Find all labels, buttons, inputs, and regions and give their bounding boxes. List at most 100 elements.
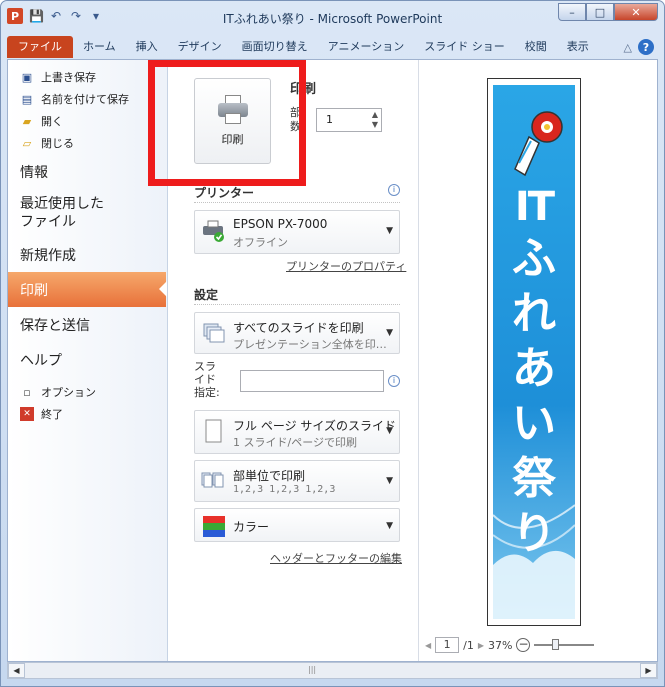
nav-exit-label: 終了 bbox=[41, 408, 63, 421]
nav-exit[interactable]: ✕ 終了 bbox=[8, 403, 167, 425]
nav-open[interactable]: ▰ 開く bbox=[8, 110, 167, 132]
copies-stepper[interactable]: 1 ▲ ▼ bbox=[316, 108, 382, 132]
color-main: カラー bbox=[233, 520, 270, 534]
copies-value: 1 bbox=[326, 113, 333, 126]
nav-close[interactable]: ▱ 閉じる bbox=[8, 132, 167, 154]
stepper-down-icon[interactable]: ▼ bbox=[372, 120, 378, 129]
help-icon[interactable]: ? bbox=[638, 39, 654, 55]
page-input[interactable]: 1 bbox=[435, 637, 460, 653]
nav-save-as[interactable]: ▤ 名前を付けて保存 bbox=[8, 88, 167, 110]
printer-name: EPSON PX-7000 bbox=[233, 217, 328, 231]
collate-icon bbox=[201, 472, 224, 488]
nav-info[interactable]: 情報 bbox=[8, 154, 167, 189]
fan-illustration bbox=[514, 111, 563, 177]
slide-background: IT ふ れ あ い 祭 り bbox=[493, 85, 575, 619]
tab-view[interactable]: 表示 bbox=[557, 36, 599, 58]
save-as-icon: ▤ bbox=[21, 92, 33, 106]
minimize-ribbon-icon[interactable]: △ bbox=[624, 41, 632, 54]
ribbon-right-controls: △ ? bbox=[624, 39, 658, 55]
layout-main: フル ページ サイズのスライド bbox=[233, 419, 397, 433]
ribbon-tabs: ファイル ホーム 挿入 デザイン 画面切り替え アニメーション スライド ショー… bbox=[7, 35, 658, 59]
tab-insert[interactable]: 挿入 bbox=[126, 36, 168, 58]
tab-file[interactable]: ファイル bbox=[7, 36, 73, 58]
zoom-level: 37% bbox=[488, 638, 513, 652]
nav-print[interactable]: 印刷 bbox=[8, 272, 167, 307]
zoom-out-icon[interactable]: − bbox=[516, 638, 531, 652]
layout-sub: 1 スライド/ページで印刷 bbox=[233, 436, 357, 449]
slides-label: スライド指定: bbox=[194, 360, 220, 399]
scroll-left-icon[interactable]: ◀ bbox=[8, 663, 25, 678]
printer-dropdown[interactable]: EPSON PX-7000 オフライン ▼ bbox=[194, 210, 400, 254]
zoom-slider-thumb[interactable] bbox=[552, 639, 560, 650]
printer-icon bbox=[203, 220, 224, 242]
print-range-sub: プレゼンテーション全体を印… bbox=[233, 338, 387, 351]
slide-title-char: ふ bbox=[512, 233, 556, 284]
slides-stack-icon bbox=[203, 323, 225, 343]
tab-home[interactable]: ホーム bbox=[73, 36, 126, 58]
page-total: /1 bbox=[463, 638, 474, 652]
printer-status: オフライン bbox=[233, 236, 288, 249]
print-preview: IT ふ れ あ い 祭 り ◀ 1 /1 ▶ 37% − bbox=[418, 60, 657, 661]
horizontal-scrollbar[interactable]: ◀ ||| ▶ bbox=[7, 662, 658, 679]
divider bbox=[194, 202, 400, 203]
print-button[interactable]: 印刷 bbox=[194, 78, 271, 164]
collate-main: 部単位で印刷 bbox=[233, 469, 306, 483]
copies-label: 部数: bbox=[290, 106, 305, 133]
nav-recent[interactable]: 最近使用した ファイル bbox=[8, 189, 167, 237]
close-folder-icon: ▱ bbox=[22, 136, 32, 150]
chevron-down-icon: ▼ bbox=[386, 476, 393, 486]
slide-preview: IT ふ れ あ い 祭 り bbox=[487, 78, 581, 626]
printer-info-icon[interactable]: i bbox=[388, 184, 400, 196]
print-settings: 印刷 印刷 部数: 1 ▲ ▼ プリンター i EPSON PX-7000 オフ… bbox=[186, 60, 408, 661]
divider bbox=[194, 304, 400, 305]
tab-animations[interactable]: アニメーション bbox=[318, 36, 415, 58]
cloud-decoration bbox=[493, 504, 575, 619]
nav-save-send[interactable]: 保存と送信 bbox=[8, 307, 167, 342]
printer-section-header: プリンター bbox=[194, 186, 255, 200]
scroll-right-icon[interactable]: ▶ bbox=[640, 663, 657, 678]
title-bar: P 💾 ↶ ↷ ▾ ITふれあい祭り - Microsoft PowerPoin… bbox=[1, 1, 664, 33]
tab-review[interactable]: 校閲 bbox=[515, 36, 557, 58]
backstage-view: ▣ 上書き保存 ▤ 名前を付けて保存 ▰ 開く ▱ 閉じる 情報 最近使用した … bbox=[7, 59, 658, 662]
window-controls: – □ ✕ bbox=[558, 3, 658, 21]
minimize-button[interactable]: – bbox=[558, 3, 586, 21]
tab-slideshow[interactable]: スライド ショー bbox=[414, 36, 515, 58]
collate-sub: 1,2,3 1,2,3 1,2,3 bbox=[233, 484, 336, 495]
chevron-down-icon: ▼ bbox=[386, 226, 393, 236]
powerpoint-window: P 💾 ↶ ↷ ▾ ITふれあい祭り - Microsoft PowerPoin… bbox=[0, 0, 665, 687]
next-page-icon[interactable]: ▶ bbox=[478, 641, 484, 650]
slide-title-latin: IT bbox=[514, 184, 555, 230]
slides-info-icon[interactable]: i bbox=[388, 375, 400, 387]
print-range-dropdown[interactable]: すべてのスライドを印刷 プレゼンテーション全体を印… ▼ bbox=[194, 312, 400, 354]
color-dropdown[interactable]: カラー ▼ bbox=[194, 508, 400, 542]
settings-section-header: 設定 bbox=[194, 288, 219, 302]
collate-dropdown[interactable]: 部単位で印刷 1,2,3 1,2,3 1,2,3 ▼ bbox=[194, 460, 400, 502]
nav-options[interactable]: ▫ オプション bbox=[8, 381, 167, 403]
layout-dropdown[interactable]: フル ページ サイズのスライド 1 スライド/ページで印刷 ▼ bbox=[194, 410, 400, 454]
nav-recent-label: 最近使用した ファイル bbox=[20, 196, 104, 230]
nav-save-as-label: 名前を付けて保存 bbox=[41, 93, 129, 106]
slides-input[interactable] bbox=[240, 370, 384, 392]
color-swatch-icon bbox=[203, 516, 225, 537]
chevron-down-icon: ▼ bbox=[386, 426, 393, 436]
tab-transitions[interactable]: 画面切り替え bbox=[232, 36, 318, 58]
slide-title-char: あ bbox=[512, 343, 556, 394]
chevron-down-icon: ▼ bbox=[386, 521, 393, 531]
print-range-main: すべてのスライドを印刷 bbox=[233, 321, 364, 335]
nav-help[interactable]: ヘルプ bbox=[8, 342, 167, 377]
printer-properties-link[interactable]: プリンターのプロパティ bbox=[286, 258, 406, 274]
nav-options-label: オプション bbox=[41, 386, 96, 399]
slide-title-char: い bbox=[512, 398, 556, 449]
stepper-up-icon[interactable]: ▲ bbox=[372, 110, 378, 119]
maximize-button[interactable]: □ bbox=[586, 3, 614, 21]
header-footer-link[interactable]: ヘッダーとフッターの編集 bbox=[270, 550, 402, 566]
tab-design[interactable]: デザイン bbox=[168, 36, 232, 58]
chevron-down-icon: ▼ bbox=[386, 328, 393, 338]
nav-save[interactable]: ▣ 上書き保存 bbox=[8, 66, 167, 88]
nav-new[interactable]: 新規作成 bbox=[8, 237, 167, 272]
print-header: 印刷 bbox=[290, 82, 317, 97]
close-button[interactable]: ✕ bbox=[614, 3, 658, 21]
previous-page-icon[interactable]: ◀ bbox=[425, 641, 431, 650]
zoom-slider[interactable] bbox=[534, 639, 595, 650]
page-navigator: ◀ 1 /1 ▶ 37% − bbox=[419, 636, 658, 654]
